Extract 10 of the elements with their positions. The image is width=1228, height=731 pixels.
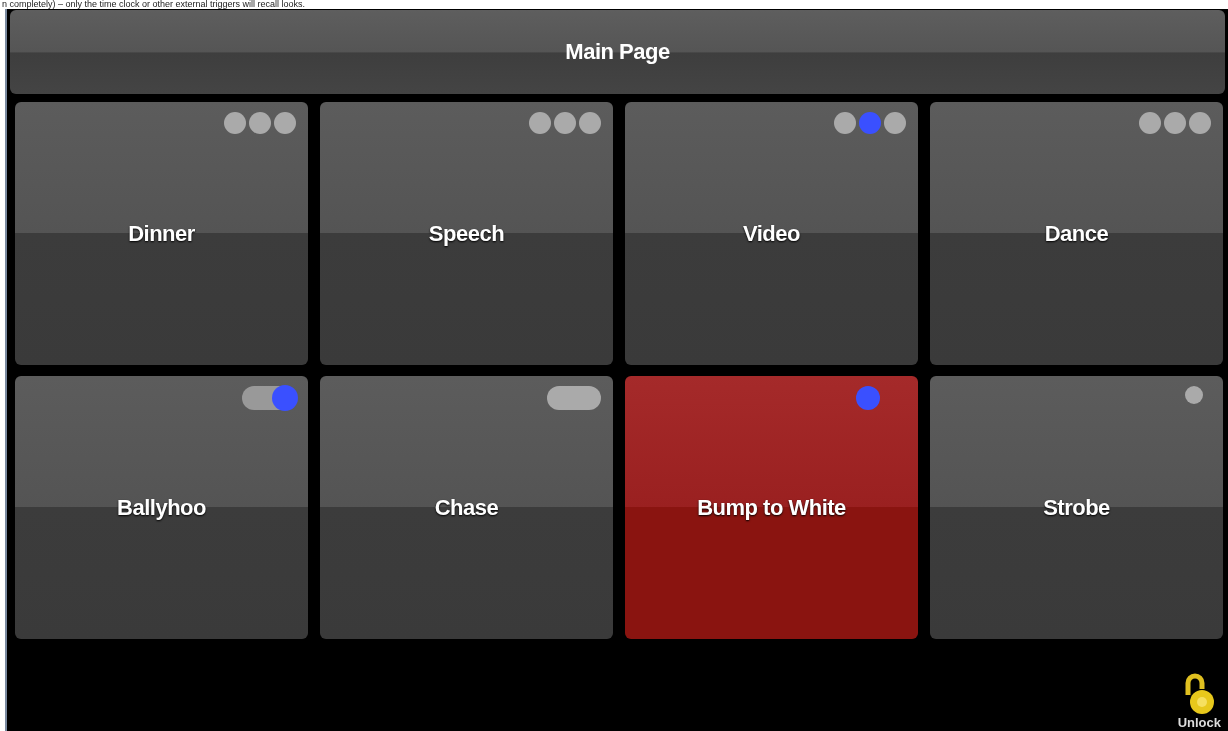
cue-button[interactable]: Strobe: [930, 376, 1223, 639]
cue-button[interactable]: Ballyhoo: [15, 376, 308, 639]
cue-button[interactable]: Video: [625, 102, 918, 365]
cue-button[interactable]: Bump to White: [625, 376, 918, 639]
cue-button[interactable]: Dinner: [15, 102, 308, 365]
caption-text: n completely) – only the time clock or other external triggers will recall looks.: [1, 0, 307, 9]
cue-button[interactable]: Dance: [930, 102, 1223, 365]
page-title-bar: Main Page: [10, 10, 1225, 94]
cue-button[interactable]: Speech: [320, 102, 613, 365]
cue-button[interactable]: Chase: [320, 376, 613, 639]
